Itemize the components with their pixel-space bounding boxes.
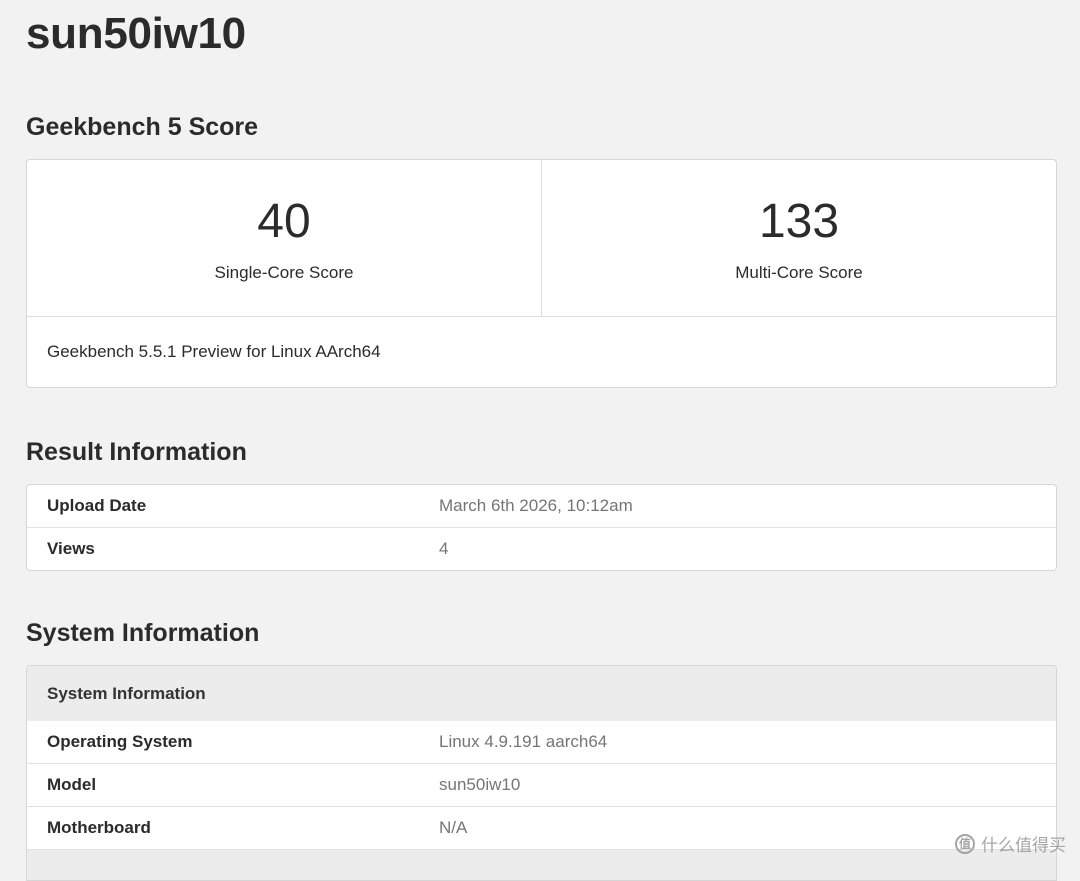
model-value: sun50iw10 bbox=[439, 775, 521, 794]
motherboard-value: N/A bbox=[439, 818, 468, 837]
watermark-logo-icon: 值 bbox=[955, 833, 975, 854]
multi-core-score-value: 133 bbox=[758, 195, 840, 248]
result-information-heading: Result Information bbox=[26, 438, 247, 466]
multi-core-score-label: Multi-Core Score bbox=[735, 263, 863, 282]
table-row: Model sun50iw10 bbox=[27, 764, 1056, 807]
views-value: 4 bbox=[439, 539, 449, 558]
table-row: Upload Date March 6th 2026, 10:12am bbox=[27, 485, 1056, 528]
page-title: sun50iw10 bbox=[26, 9, 246, 58]
multi-core-cell: 133 Multi-Core Score bbox=[541, 160, 1056, 316]
table-row: Operating System Linux 4.9.191 aarch64 bbox=[27, 721, 1056, 764]
operating-system-label: Operating System bbox=[47, 732, 193, 751]
system-information-subheader: System Information bbox=[27, 666, 1056, 721]
single-core-score-value: 40 bbox=[257, 195, 311, 248]
score-panel: 40 Single-Core Score 133 Multi-Core Scor… bbox=[26, 159, 1057, 388]
system-information-table: System Information Operating System Linu… bbox=[26, 665, 1057, 881]
single-core-cell: 40 Single-Core Score bbox=[27, 160, 541, 316]
table-row: Motherboard N/A bbox=[27, 807, 1056, 850]
table-row: Views 4 bbox=[27, 528, 1056, 570]
upload-date-label: Upload Date bbox=[47, 496, 147, 515]
watermark: 值 什么值得买 bbox=[955, 831, 1066, 856]
operating-system-value: Linux 4.9.191 aarch64 bbox=[439, 732, 608, 751]
geekbench-version: Geekbench 5.5.1 Preview for Linux AArch6… bbox=[47, 342, 381, 361]
score-row: 40 Single-Core Score 133 Multi-Core Scor… bbox=[27, 160, 1056, 317]
watermark-text: 什么值得买 bbox=[981, 836, 1066, 855]
geekbench-score-heading: Geekbench 5 Score bbox=[26, 113, 259, 141]
table-row-partial bbox=[27, 850, 1056, 880]
model-label: Model bbox=[47, 775, 97, 794]
system-information-heading: System Information bbox=[26, 619, 260, 647]
upload-date-value: March 6th 2026, 10:12am bbox=[439, 496, 633, 515]
result-information-table: Upload Date March 6th 2026, 10:12am View… bbox=[26, 484, 1057, 571]
motherboard-label: Motherboard bbox=[47, 818, 151, 837]
views-label: Views bbox=[47, 539, 95, 558]
single-core-score-label: Single-Core Score bbox=[214, 263, 354, 282]
